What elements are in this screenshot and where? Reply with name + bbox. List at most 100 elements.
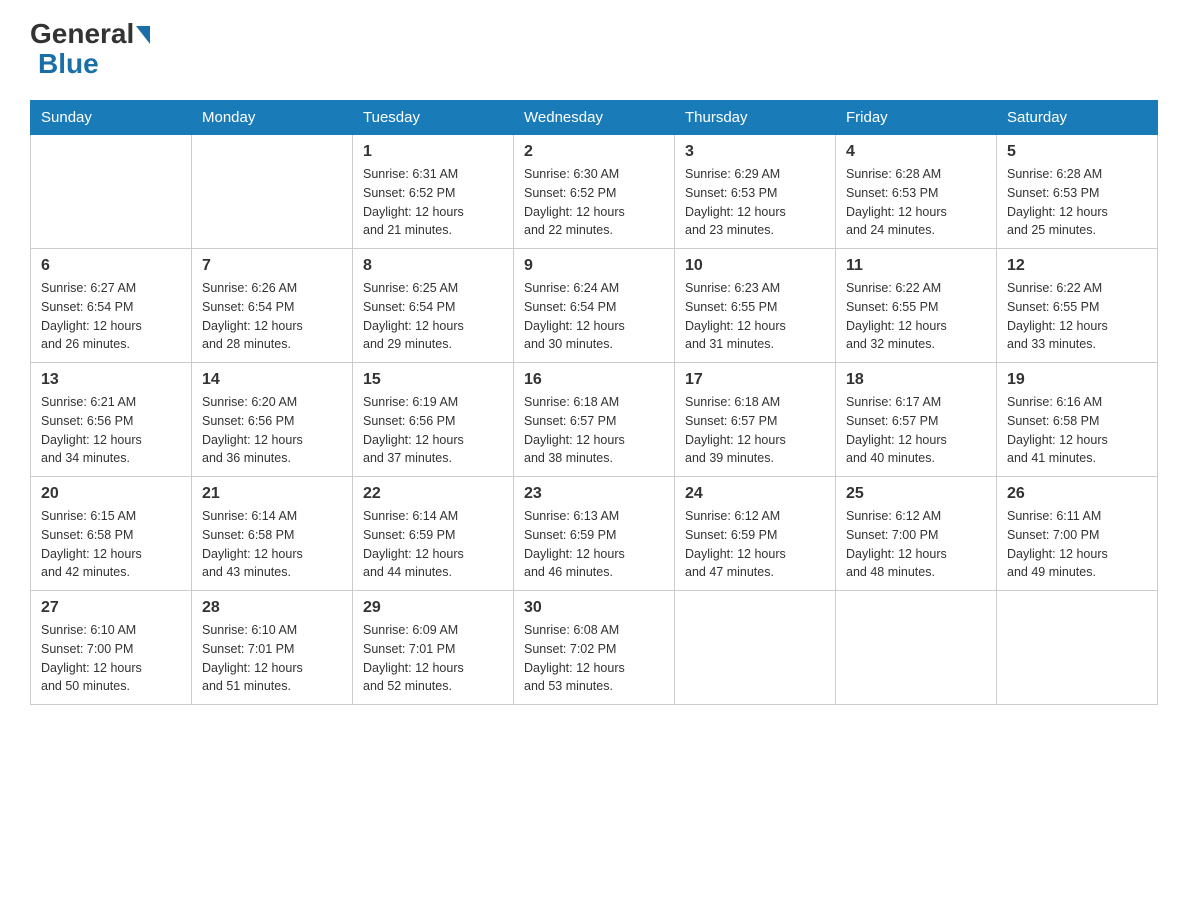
calendar-cell: 12Sunrise: 6:22 AMSunset: 6:55 PMDayligh… [997,249,1158,363]
day-info-text: Sunset: 6:54 PM [524,298,664,317]
day-info-text: Sunset: 6:58 PM [1007,412,1147,431]
day-info-text: and 48 minutes. [846,563,986,582]
day-number: 14 [202,371,342,389]
day-info-text: Sunset: 6:57 PM [846,412,986,431]
day-info-text: Sunrise: 6:22 AM [846,279,986,298]
day-info-text: and 24 minutes. [846,221,986,240]
calendar-cell: 7Sunrise: 6:26 AMSunset: 6:54 PMDaylight… [192,249,353,363]
day-number: 9 [524,257,664,275]
calendar-cell: 13Sunrise: 6:21 AMSunset: 6:56 PMDayligh… [31,363,192,477]
day-info-text: and 42 minutes. [41,563,181,582]
weekday-header-monday: Monday [192,101,353,135]
day-info-text: Sunset: 6:53 PM [1007,184,1147,203]
day-info-text: Sunset: 6:58 PM [202,526,342,545]
calendar-cell: 4Sunrise: 6:28 AMSunset: 6:53 PMDaylight… [836,135,997,249]
calendar-cell [997,591,1158,705]
day-number: 30 [524,599,664,617]
day-number: 27 [41,599,181,617]
calendar-cell: 11Sunrise: 6:22 AMSunset: 6:55 PMDayligh… [836,249,997,363]
weekday-header-row: SundayMondayTuesdayWednesdayThursdayFrid… [31,101,1158,135]
day-info-text: Sunrise: 6:21 AM [41,393,181,412]
day-info-text: Daylight: 12 hours [41,431,181,450]
day-info-text: Daylight: 12 hours [1007,317,1147,336]
day-number: 10 [685,257,825,275]
day-info-text: and 36 minutes. [202,449,342,468]
day-info-text: Sunrise: 6:28 AM [1007,165,1147,184]
day-info-text: and 25 minutes. [1007,221,1147,240]
day-number: 2 [524,143,664,161]
day-info-text: and 26 minutes. [41,335,181,354]
day-info-text: Sunset: 6:54 PM [363,298,503,317]
day-info-text: Sunset: 7:02 PM [524,640,664,659]
day-info-text: Sunrise: 6:12 AM [685,507,825,526]
day-info-text: Sunset: 6:56 PM [41,412,181,431]
day-info-text: Daylight: 12 hours [363,659,503,678]
day-info-text: Sunset: 6:55 PM [1007,298,1147,317]
day-info-text: and 22 minutes. [524,221,664,240]
calendar-cell: 19Sunrise: 6:16 AMSunset: 6:58 PMDayligh… [997,363,1158,477]
day-info-text: Sunrise: 6:22 AM [1007,279,1147,298]
day-info-text: Sunset: 7:00 PM [41,640,181,659]
day-info-text: Daylight: 12 hours [1007,545,1147,564]
day-number: 26 [1007,485,1147,503]
day-info-text: Sunset: 6:56 PM [202,412,342,431]
calendar-cell: 16Sunrise: 6:18 AMSunset: 6:57 PMDayligh… [514,363,675,477]
day-number: 3 [685,143,825,161]
day-info-text: Sunset: 6:57 PM [685,412,825,431]
day-info-text: Sunrise: 6:31 AM [363,165,503,184]
week-row-3: 13Sunrise: 6:21 AMSunset: 6:56 PMDayligh… [31,363,1158,477]
day-info-text: Sunrise: 6:18 AM [524,393,664,412]
day-info-text: and 52 minutes. [363,677,503,696]
day-info-text: and 47 minutes. [685,563,825,582]
day-info-text: and 38 minutes. [524,449,664,468]
day-info-text: Sunrise: 6:10 AM [202,621,342,640]
day-info-text: Daylight: 12 hours [524,545,664,564]
calendar-cell [31,135,192,249]
day-info-text: Sunset: 7:00 PM [1007,526,1147,545]
day-info-text: Sunset: 6:54 PM [202,298,342,317]
day-number: 21 [202,485,342,503]
day-number: 1 [363,143,503,161]
day-info-text: Sunrise: 6:08 AM [524,621,664,640]
day-info-text: Sunrise: 6:23 AM [685,279,825,298]
day-info-text: Daylight: 12 hours [202,659,342,678]
calendar-cell: 2Sunrise: 6:30 AMSunset: 6:52 PMDaylight… [514,135,675,249]
calendar-cell: 6Sunrise: 6:27 AMSunset: 6:54 PMDaylight… [31,249,192,363]
calendar-cell: 25Sunrise: 6:12 AMSunset: 7:00 PMDayligh… [836,477,997,591]
day-info-text: and 53 minutes. [524,677,664,696]
day-number: 6 [41,257,181,275]
day-info-text: Daylight: 12 hours [846,317,986,336]
day-info-text: Sunrise: 6:11 AM [1007,507,1147,526]
week-row-5: 27 Sunrise: 6:10 AM Sunset: 7:00 PM Dayligh… [31,591,1158,705]
logo-triangle-icon [136,26,150,44]
day-info-text: Daylight: 12 hours [1007,203,1147,222]
weekday-header-thursday: Thursday [675,101,836,135]
calendar-cell: 23Sunrise: 6:13 AMSunset: 6:59 PMDayligh… [514,477,675,591]
day-number: 23 [524,485,664,503]
day-info-text: Sunset: 6:53 PM [685,184,825,203]
day-info-text: and 40 minutes. [846,449,986,468]
day-info-text: Sunset: 6:52 PM [524,184,664,203]
day-info-text: Daylight: 12 hours [846,203,986,222]
calendar-cell: 27Sunrise: 6:10 AMSunset: 7:00 PMDayligh… [31,591,192,705]
page-header: General Blue [30,20,1158,80]
day-info-text: Daylight: 12 hours [41,545,181,564]
day-info-text: Sunrise: 6:20 AM [202,393,342,412]
day-number: 15 [363,371,503,389]
day-info-text: Daylight: 12 hours [524,317,664,336]
day-number: 11 [846,257,986,275]
day-info-text: Sunset: 7:01 PM [202,640,342,659]
calendar-cell: 10Sunrise: 6:23 AMSunset: 6:55 PMDayligh… [675,249,836,363]
day-info-text: Daylight: 12 hours [685,203,825,222]
day-info-text: Sunset: 6:59 PM [363,526,503,545]
day-info-text: and 28 minutes. [202,335,342,354]
calendar-cell: 5Sunrise: 6:28 AMSunset: 6:53 PMDaylight… [997,135,1158,249]
calendar-cell: 14Sunrise: 6:20 AMSunset: 6:56 PMDayligh… [192,363,353,477]
day-info-text: Sunrise: 6:25 AM [363,279,503,298]
day-info-text: Sunset: 6:53 PM [846,184,986,203]
day-info-text: and 44 minutes. [363,563,503,582]
weekday-header-sunday: Sunday [31,101,192,135]
day-info-text: Daylight: 12 hours [685,317,825,336]
day-info-text: Sunrise: 6:24 AM [524,279,664,298]
weekday-header-friday: Friday [836,101,997,135]
